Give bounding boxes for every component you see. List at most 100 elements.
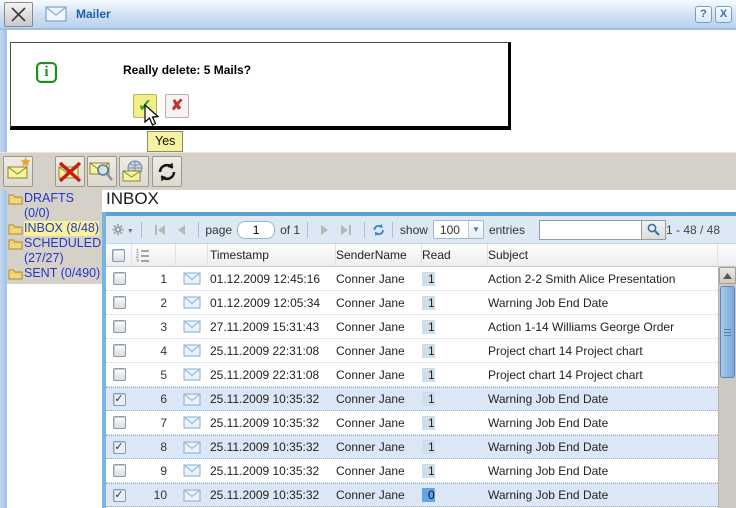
- mail-timestamp: 25.11.2009 10:35:32: [208, 440, 336, 454]
- read-flag: 1: [422, 296, 435, 310]
- mail-envelope-icon: [183, 416, 201, 429]
- folder-label: DRAFTS (0/0): [24, 191, 102, 221]
- mail-subject: Action 2-2 Smith Alice Presentation: [488, 272, 718, 286]
- mail-grid: ▼ page of 1 show 100 ▼ ent: [102, 212, 736, 508]
- prev-page-button[interactable]: [176, 224, 186, 236]
- mail-envelope-icon: [183, 441, 201, 454]
- page-number-input[interactable]: [237, 221, 275, 239]
- mouse-cursor: [144, 104, 160, 128]
- mail-row[interactable]: ✓ 6 25.11.2009 10:35:32 Conner Jane 1 Wa…: [106, 387, 736, 411]
- mail-sender: Conner Jane: [336, 488, 422, 502]
- delete-mail-icon: [57, 161, 83, 183]
- row-checkbox[interactable]: [113, 344, 126, 357]
- scroll-up-button[interactable]: [719, 267, 736, 284]
- folder-label: SENT (0/490): [24, 266, 100, 281]
- mail-subject: Warning Job End Date: [488, 440, 718, 454]
- delete-mail-button[interactable]: [55, 156, 85, 187]
- mail-sender: Conner Jane: [336, 440, 422, 454]
- mail-timestamp: 01.12.2009 12:45:16: [208, 272, 336, 286]
- search-icon: [647, 223, 660, 236]
- read-flag: 1: [422, 392, 435, 406]
- row-number: 7: [132, 416, 176, 430]
- column-header-subject[interactable]: Subject: [488, 244, 718, 266]
- mail-envelope-icon: [183, 272, 201, 285]
- row-checkbox[interactable]: [113, 464, 126, 477]
- search-mail-button[interactable]: [87, 156, 117, 187]
- mail-subject: Action 1-14 Williams George Order: [488, 320, 718, 334]
- row-checkbox[interactable]: ✓: [113, 393, 126, 406]
- mail-row[interactable]: 3 27.11.2009 15:31:43 Conner Jane 1 Acti…: [106, 315, 736, 339]
- mail-row[interactable]: 5 25.11.2009 22:31:08 Conner Jane 1 Proj…: [106, 363, 736, 387]
- send-mail-globe-button[interactable]: [119, 156, 149, 187]
- folder-label: SCHEDULED (27/27): [24, 236, 102, 266]
- mail-row[interactable]: 7 25.11.2009 10:35:32 Conner Jane 1 Warn…: [106, 411, 736, 435]
- search-button[interactable]: [641, 220, 666, 240]
- read-flag: 1: [422, 416, 435, 430]
- row-checkbox[interactable]: [113, 272, 126, 285]
- sidebar-folder-item[interactable]: SCHEDULED (27/27): [8, 236, 102, 266]
- page-size-select[interactable]: 100 ▼: [433, 220, 484, 239]
- read-flag: 1: [422, 344, 435, 358]
- mail-timestamp: 25.11.2009 10:35:32: [208, 416, 336, 430]
- refresh-icon: [156, 161, 178, 183]
- row-checkbox[interactable]: ✓: [113, 489, 126, 502]
- window-titlebar: Mailer ? X: [0, 0, 736, 30]
- mail-row[interactable]: ✓ 8 25.11.2009 10:35:32 Conner Jane 1 Wa…: [106, 435, 736, 459]
- folder-icon: [8, 268, 23, 280]
- new-mail-button[interactable]: ★: [3, 156, 33, 187]
- mail-row[interactable]: 4 25.11.2009 22:31:08 Conner Jane 1 Proj…: [106, 339, 736, 363]
- read-flag: 1: [422, 368, 435, 382]
- row-checkbox[interactable]: ✓: [113, 441, 126, 454]
- last-page-button[interactable]: [340, 224, 352, 236]
- mail-sender: Conner Jane: [336, 272, 422, 286]
- window-close-button[interactable]: X: [715, 6, 732, 23]
- folder-sidebar: DRAFTS (0/0)INBOX (8/48)SCHEDULED (27/27…: [7, 190, 102, 508]
- folder-icon: [8, 193, 23, 205]
- row-checkbox[interactable]: [113, 320, 126, 333]
- mail-sender: Conner Jane: [336, 320, 422, 334]
- column-header-timestamp[interactable]: Timestamp: [208, 244, 336, 266]
- mail-sender: Conner Jane: [336, 368, 422, 382]
- mail-row[interactable]: ✓ 10 25.11.2009 10:35:32 Conner Jane 0 W…: [106, 483, 736, 507]
- row-number-icon[interactable]: 1 2 3: [136, 248, 149, 262]
- mail-row[interactable]: 9 25.11.2009 10:35:32 Conner Jane 1 Warn…: [106, 459, 736, 483]
- row-checkbox[interactable]: [113, 296, 126, 309]
- row-checkbox[interactable]: [113, 368, 126, 381]
- mail-envelope-icon: [183, 464, 201, 477]
- mail-sender: Conner Jane: [336, 344, 422, 358]
- column-header-sendername[interactable]: SenderName: [336, 244, 422, 266]
- first-page-button[interactable]: [154, 224, 166, 236]
- mail-envelope-icon: [183, 344, 201, 357]
- search-input[interactable]: [539, 220, 641, 240]
- gear-icon[interactable]: [112, 222, 124, 237]
- next-page-button[interactable]: [320, 224, 330, 236]
- confirm-no-button[interactable]: ✘: [165, 94, 189, 118]
- folder-list: DRAFTS (0/0)INBOX (8/48)SCHEDULED (27/27…: [7, 190, 102, 284]
- mail-subject: Warning Job End Date: [488, 488, 718, 502]
- info-icon: i: [36, 62, 57, 83]
- read-flag: 1: [422, 464, 435, 478]
- vertical-scrollbar[interactable]: [718, 267, 736, 508]
- row-checkbox[interactable]: [113, 416, 126, 429]
- gear-caret-icon[interactable]: ▼: [127, 228, 134, 235]
- select-all-checkbox[interactable]: [112, 249, 125, 262]
- folder-label: INBOX (8/48): [24, 221, 99, 236]
- sidebar-folder-item[interactable]: DRAFTS (0/0): [8, 191, 102, 221]
- column-header-read[interactable]: Read: [422, 244, 488, 266]
- mail-subject: Project chart 14 Project chart: [488, 344, 718, 358]
- scrollbar-thumb[interactable]: [720, 286, 735, 378]
- sidebar-folder-item[interactable]: INBOX (8/48): [8, 221, 102, 236]
- mail-sender: Conner Jane: [336, 392, 422, 406]
- mail-timestamp: 25.11.2009 10:35:32: [208, 464, 336, 478]
- grid-refresh-icon[interactable]: [372, 222, 385, 238]
- help-button[interactable]: ?: [695, 6, 712, 23]
- sidebar-folder-item[interactable]: SENT (0/490): [8, 266, 102, 281]
- window-title: Mailer: [76, 7, 111, 21]
- mail-toolbar: ★: [0, 152, 736, 190]
- refresh-button[interactable]: [152, 156, 182, 187]
- mail-timestamp: 25.11.2009 10:35:32: [208, 488, 336, 502]
- mail-sender: Conner Jane: [336, 464, 422, 478]
- window-drag-icon[interactable]: [4, 2, 33, 27]
- mail-row[interactable]: 2 01.12.2009 12:05:34 Conner Jane 1 Warn…: [106, 291, 736, 315]
- mail-row[interactable]: 1 01.12.2009 12:45:16 Conner Jane 1 Acti…: [106, 267, 736, 291]
